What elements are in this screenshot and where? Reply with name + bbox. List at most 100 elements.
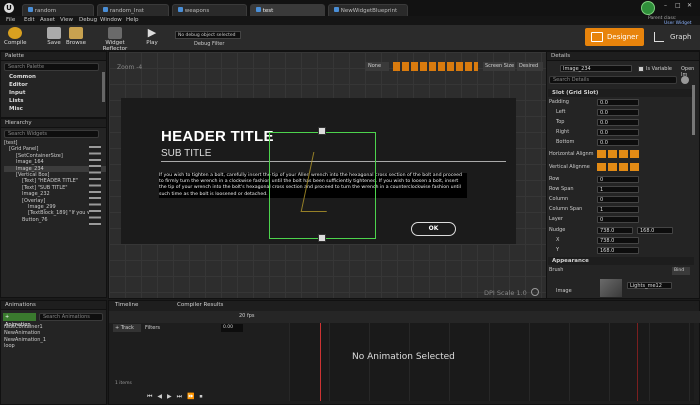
compile-icon xyxy=(8,27,22,39)
compile-button[interactable]: Compile xyxy=(4,27,27,46)
tab-test[interactable]: test xyxy=(250,4,325,16)
tab-random-inst[interactable]: random_Inst xyxy=(97,4,169,16)
right-label: Right xyxy=(556,129,570,135)
column-field[interactable]: 0 xyxy=(597,196,639,203)
header-title-text[interactable]: HEADER TITLE xyxy=(161,128,274,145)
tab-compiler-results[interactable]: Compiler Results xyxy=(177,302,223,308)
save-button[interactable]: Save xyxy=(45,27,63,46)
play-button[interactable]: ▶ Play xyxy=(143,27,161,47)
animation-item-loop[interactable]: loop xyxy=(4,343,46,349)
time-field[interactable]: 0.00 xyxy=(221,324,243,332)
menu-debug[interactable]: Debug xyxy=(79,17,97,23)
unreal-logo-icon: U xyxy=(4,3,14,13)
horizontal-alignment-buttons[interactable] xyxy=(597,150,641,158)
dpi-settings-icon[interactable] xyxy=(531,288,539,296)
y-field[interactable]: 168.0 xyxy=(597,247,639,254)
close-button[interactable]: ✕ xyxy=(687,2,692,9)
palette-scrollbar[interactable] xyxy=(102,72,105,102)
anchor-handle-top[interactable] xyxy=(318,127,326,135)
fps-select[interactable]: 20 fps xyxy=(239,313,255,319)
row-span-label: Row Span xyxy=(549,186,574,192)
column-span-field[interactable]: 1 xyxy=(597,206,639,213)
palette-search-input[interactable]: Search Palette xyxy=(4,63,99,71)
items-count-label: 1 items xyxy=(115,381,132,386)
desired-select[interactable]: Desired xyxy=(517,62,543,71)
screen-size-select[interactable]: Screen Size xyxy=(483,62,515,71)
image-asset-field[interactable]: Lights_me12 xyxy=(627,282,672,289)
palette-category-misc[interactable]: Misc xyxy=(1,105,106,113)
toolbar: Compile Save Browse Widget Reflector ▶ Pl… xyxy=(0,25,700,52)
end-marker[interactable] xyxy=(637,323,638,401)
widget-name-field[interactable]: Image_234 xyxy=(560,65,632,72)
menu-help[interactable]: Help xyxy=(126,17,139,23)
none-button[interactable]: None xyxy=(365,62,389,71)
vertical-alignment-buttons[interactable] xyxy=(597,163,641,171)
sub-title-text[interactable]: SUB TITLE xyxy=(161,148,211,159)
menu-bar: File Edit Asset View Debug Window Help P… xyxy=(0,16,700,26)
hierarchy-search-input[interactable]: Search Widgets xyxy=(4,130,99,138)
minimize-button[interactable]: – xyxy=(664,2,667,9)
is-variable-checkbox[interactable] xyxy=(638,66,644,72)
designer-canvas[interactable]: Zoom -4 None Screen Size Desired HEADER … xyxy=(108,51,548,299)
details-title: Details xyxy=(547,52,699,61)
padding-field[interactable]: 0.0 xyxy=(597,99,639,106)
x-field[interactable]: 738.0 xyxy=(597,237,639,244)
details-scrollbar[interactable] xyxy=(692,85,695,135)
details-view-options-icon[interactable] xyxy=(681,76,689,84)
palette-category-lists[interactable]: Lists xyxy=(1,97,106,105)
row-span-field[interactable]: 1 xyxy=(597,186,639,193)
add-animation-button[interactable]: + Animation xyxy=(3,313,36,328)
y-label: Y xyxy=(556,247,560,253)
dpi-scale-label: DPI Scale 1.0 xyxy=(484,289,527,297)
filters-button[interactable]: Filters xyxy=(145,324,160,332)
palette-category-common[interactable]: Common xyxy=(1,73,106,81)
tab-new-widget-blueprint[interactable]: NewWidgetBlueprint xyxy=(328,4,408,16)
palette-category-input[interactable]: Input xyxy=(1,89,106,97)
menu-file[interactable]: File xyxy=(6,17,15,23)
playhead[interactable] xyxy=(320,323,321,401)
debug-filter-label: Debug Filter xyxy=(194,41,225,47)
menu-edit[interactable]: Edit xyxy=(24,17,35,23)
timeline-track-area[interactable] xyxy=(289,323,694,401)
appearance-section-header[interactable]: Appearance xyxy=(548,257,694,265)
widget-reflector-button[interactable]: Widget Reflector xyxy=(94,27,136,52)
anchor-handle-bottom[interactable] xyxy=(318,234,326,242)
tab-weapons[interactable]: weapons xyxy=(172,4,247,16)
debug-object-select[interactable]: No debug object selected xyxy=(175,31,241,39)
maximize-button[interactable]: □ xyxy=(675,2,681,9)
nudge-label: Nudge xyxy=(549,227,566,233)
reflector-icon xyxy=(108,27,122,39)
padding-top-field[interactable]: 0.0 xyxy=(597,119,639,126)
browse-button[interactable]: Browse xyxy=(66,27,86,46)
padding-bottom-field[interactable]: 0.0 xyxy=(597,139,639,146)
menu-window[interactable]: Window xyxy=(100,17,122,23)
add-track-button[interactable]: + Track xyxy=(113,324,141,332)
bottom-label: Bottom xyxy=(556,139,575,145)
hierarchy-title: Hierarchy xyxy=(1,119,106,128)
layer-field[interactable]: 0 xyxy=(597,216,639,223)
visibility-eye-icons[interactable] xyxy=(89,144,101,226)
timeline-panel: Timeline Compiler Results + Track Filter… xyxy=(108,300,700,405)
image-thumbnail[interactable] xyxy=(600,279,622,297)
snap-buttons[interactable] xyxy=(393,62,478,71)
padding-right-field[interactable]: 0.0 xyxy=(597,129,639,136)
animation-item-new-animation[interactable]: NewAnimation xyxy=(4,330,46,336)
nudge-y-field[interactable]: 168.0 xyxy=(637,227,673,234)
bind-button[interactable]: Bind xyxy=(672,267,690,275)
image-label: Image xyxy=(556,288,572,294)
layer-label: Layer xyxy=(549,216,563,222)
details-search-input[interactable]: Search Details xyxy=(549,76,677,84)
animations-search-input[interactable]: Search Animations xyxy=(39,313,103,321)
menu-asset[interactable]: Asset xyxy=(40,17,55,23)
nudge-x-field[interactable]: 738.0 xyxy=(597,227,633,234)
ok-button[interactable]: OK xyxy=(411,222,456,236)
padding-label: Padding xyxy=(549,99,569,105)
playback-controls[interactable]: ⏮◀▶⏭⏩⏹ xyxy=(147,393,267,401)
palette-category-editor[interactable]: Editor xyxy=(1,81,106,89)
menu-view[interactable]: View xyxy=(60,17,73,23)
row-field[interactable]: 0 xyxy=(597,176,639,183)
tab-random[interactable]: random xyxy=(22,4,94,16)
padding-left-field[interactable]: 0.0 xyxy=(597,109,639,116)
tab-timeline[interactable]: Timeline xyxy=(115,302,138,308)
slot-section-header[interactable]: Slot (Grid Slot) xyxy=(548,89,694,97)
